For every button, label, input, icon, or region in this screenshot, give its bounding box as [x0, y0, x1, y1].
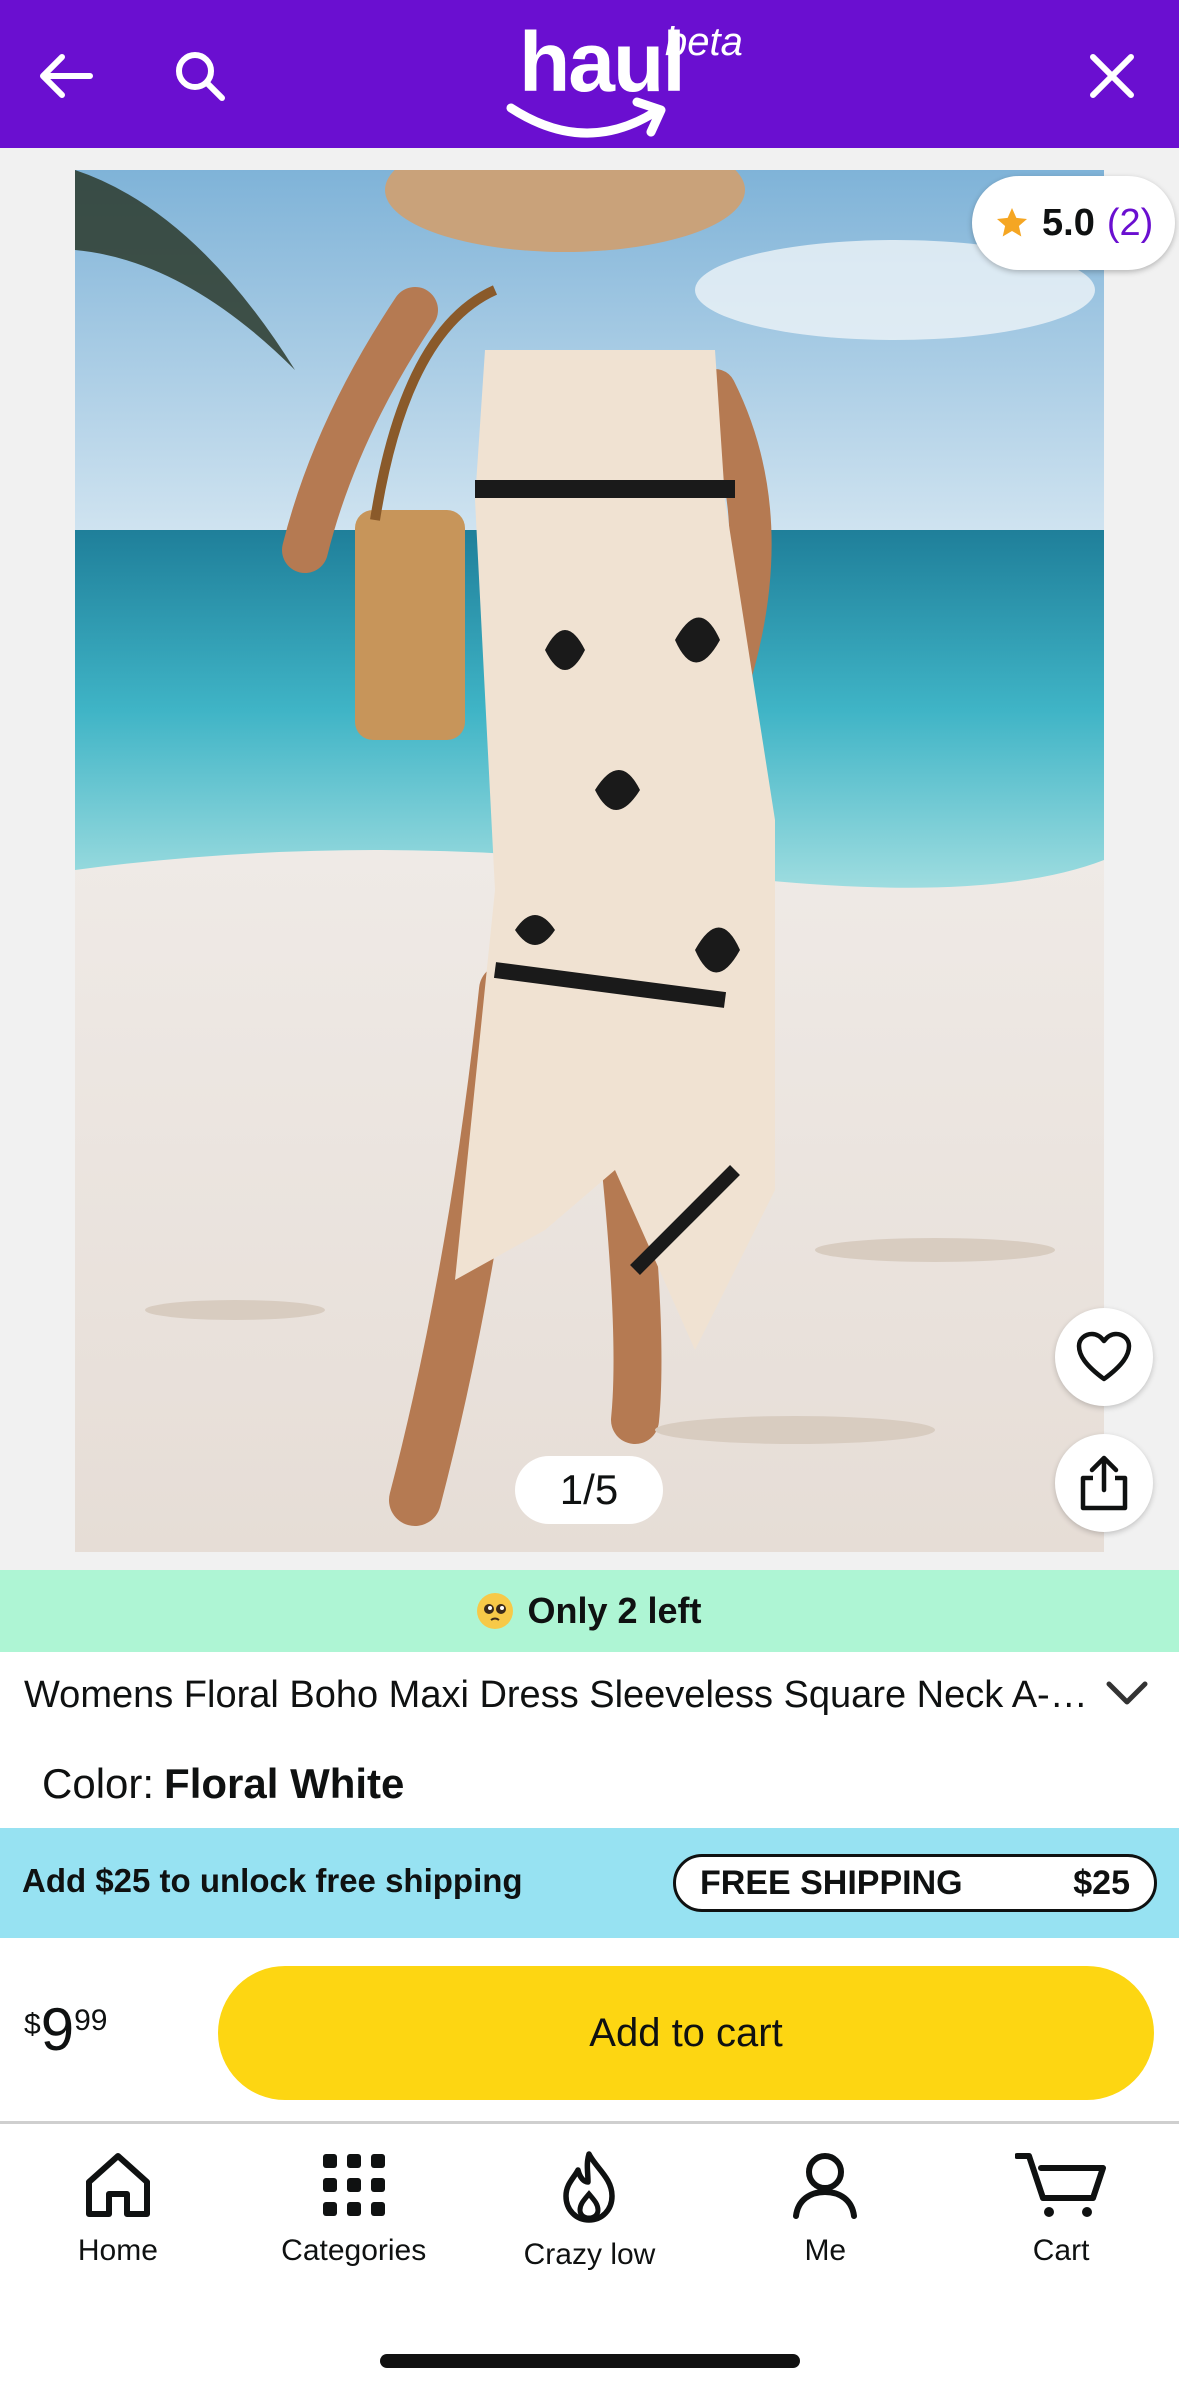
stock-text: Only 2 left [527, 1590, 702, 1631]
free-shipping-bar: Add $25 to unlock free shipping FREE SHI… [0, 1828, 1179, 1938]
close-button[interactable] [1070, 34, 1154, 118]
person-icon [793, 2153, 858, 2219]
pleading-face-emoji [477, 1593, 514, 1629]
nav-item-home[interactable]: Home [0, 2124, 236, 2284]
price-whole: 9 [40, 1996, 75, 2063]
haul-logo: haul beta [505, 14, 765, 144]
arrow-left-icon [40, 54, 93, 98]
free-shipping-label: FREE SHIPPING [700, 1863, 963, 1902]
color-selector: Color: Floral White [42, 1752, 404, 1816]
nav-label-cart: Cart [1032, 2234, 1090, 2267]
grid-dots-icon [322, 2154, 385, 2216]
product-price: $ 9 99 [24, 1998, 107, 2062]
nav-label-categories: Categories [281, 2234, 427, 2267]
heart-outline-icon [1076, 1331, 1132, 1382]
price-fraction: 99 [74, 2004, 108, 2037]
nav-item-cart[interactable]: Cart [943, 2124, 1179, 2284]
product-title-row[interactable]: Womens Floral Boho Maxi Dress Sleeveless… [0, 1652, 1179, 1738]
pleading-face-icon [478, 1594, 513, 1628]
product-title: Womens Floral Boho Maxi Dress Sleeveless… [24, 1673, 1090, 1716]
back-button[interactable] [24, 34, 108, 118]
nav-item-me[interactable]: Me [707, 2124, 943, 2284]
free-shipping-pill: FREE SHIPPING $25 [673, 1854, 1157, 1912]
price-currency: $ [24, 2008, 41, 2041]
product-image[interactable] [75, 170, 1104, 1552]
logo-smile-icon [506, 97, 666, 138]
nav-label-crazy-low: Crazy low [523, 2238, 656, 2271]
shipping-progress-text: Add $25 to unlock free shipping [22, 1862, 523, 1899]
nav-item-crazy-low[interactable]: Crazy low [472, 2124, 708, 2284]
share-icon [1080, 1455, 1128, 1511]
rating-value: 5.0 [1042, 201, 1095, 244]
share-button[interactable] [1055, 1434, 1153, 1532]
color-value: Floral White [164, 1760, 405, 1807]
close-icon [1090, 54, 1134, 98]
rating-count[interactable]: (2) [1107, 202, 1153, 245]
logo-beta-badge: beta [665, 20, 743, 64]
bottom-nav: Home Categories Crazy low Me Cart [0, 2124, 1179, 2284]
nav-label-me: Me [804, 2234, 847, 2267]
stock-banner: Only 2 left [0, 1570, 1179, 1652]
favorite-button[interactable] [1055, 1308, 1153, 1406]
nav-label-home: Home [77, 2234, 158, 2267]
search-icon [176, 52, 225, 101]
app-header: haul beta [0, 0, 1179, 148]
search-button[interactable] [158, 34, 242, 118]
add-to-cart-button[interactable]: Add to cart [218, 1966, 1154, 2100]
cart-icon [1015, 2153, 1107, 2217]
free-shipping-amount: $25 [1073, 1863, 1130, 1902]
home-indicator[interactable] [380, 2354, 800, 2368]
color-label: Color: [42, 1760, 155, 1807]
rating-badge[interactable]: 5.0 (2) [972, 176, 1176, 270]
product-gallery[interactable]: 5.0 (2) 1/5 [0, 148, 1179, 1570]
home-icon [85, 2153, 150, 2217]
flame-icon [563, 2151, 616, 2223]
nav-item-categories[interactable]: Categories [236, 2124, 472, 2284]
image-counter: 1/5 [515, 1456, 663, 1524]
star-icon [997, 208, 1027, 237]
purchase-bar: $ 9 99 Add to cart [0, 1938, 1179, 2124]
chevron-down-icon[interactable] [1105, 1678, 1149, 1708]
